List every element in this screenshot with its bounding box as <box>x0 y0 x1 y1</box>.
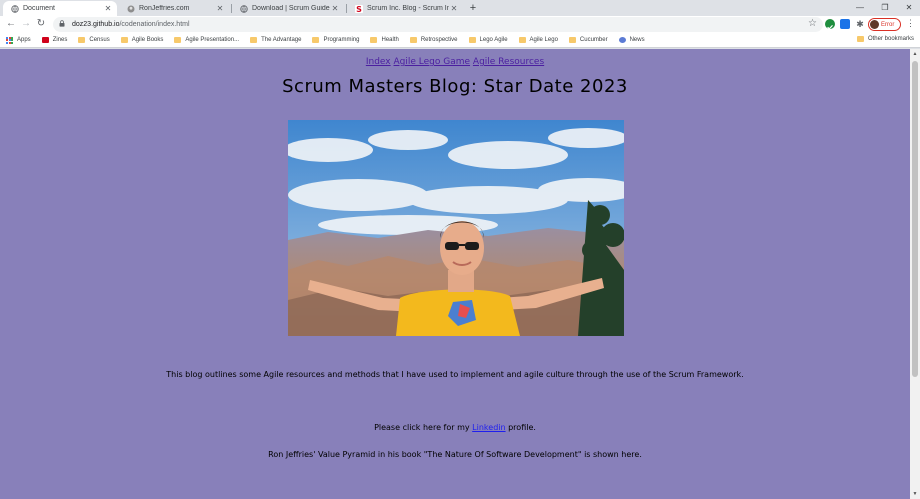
close-icon[interactable]: ✕ <box>215 4 225 13</box>
reload-icon[interactable]: ↻ <box>34 17 48 31</box>
bookmark-agile-lego[interactable]: Agile Lego <box>518 37 558 43</box>
bookmark-apps[interactable]: Apps <box>6 36 31 44</box>
url-host: doz23.github.io <box>72 21 120 28</box>
bookmark-label: Lego Agile <box>479 37 508 43</box>
bookmark-label: Agile Presentation... <box>185 37 240 43</box>
bookmark-label: Cucumber <box>579 37 608 43</box>
bookmark-census[interactable]: Census <box>78 37 110 43</box>
extension-check-icon[interactable] <box>825 19 835 30</box>
scrum-inc-favicon-icon: S <box>355 4 363 13</box>
puzzle-extensions-icon[interactable]: ✱ <box>855 19 865 29</box>
browser-toolbar: ← → ↻ doz23.github.io/codenation/index.h… <box>0 16 920 33</box>
tab-title: Download | Scrum Guides <box>252 5 330 12</box>
address-bar[interactable]: doz23.github.io/codenation/index.html ☆ <box>53 17 823 32</box>
scroll-down-icon[interactable]: ▼ <box>910 489 920 499</box>
linkedin-link[interactable]: Linkedin <box>472 423 505 432</box>
bookmark-agile-presentation[interactable]: Agile Presentation... <box>174 37 239 43</box>
bookmark-label: Agile Books <box>131 37 164 43</box>
bookmark-other[interactable]: Other bookmarks <box>856 36 914 42</box>
close-icon[interactable]: ✕ <box>449 4 459 13</box>
tab-title: Document <box>23 5 55 12</box>
avatar <box>870 20 879 29</box>
tab-strip: Document ✕ RonJeffries.com ✕ Download | … <box>0 0 920 16</box>
bookmark-lego-agile[interactable]: Lego Agile <box>468 37 508 43</box>
bookmark-programming[interactable]: Programming <box>312 37 359 43</box>
translate-extension-icon[interactable] <box>840 19 850 29</box>
bookmark-retrospective[interactable]: Retrospective <box>409 37 458 43</box>
ron-favicon-icon <box>127 5 135 13</box>
zines-favicon-icon <box>41 37 49 43</box>
bookmark-the-advantage[interactable]: The Advantage <box>250 37 301 43</box>
value-pyramid-paragraph: Ron Jeffries' Value Pyramid in his book … <box>268 450 642 459</box>
bookmark-label: Apps <box>17 37 31 43</box>
scroll-up-icon[interactable]: ▲ <box>910 49 920 59</box>
forward-icon[interactable]: → <box>19 17 33 31</box>
bookmark-agile-books[interactable]: Agile Books <box>120 37 164 43</box>
bookmark-label: Retrospective <box>420 37 458 43</box>
restore-icon[interactable]: ❐ <box>873 0 897 16</box>
apps-grid-icon <box>6 36 13 44</box>
folder-icon <box>174 37 182 43</box>
close-icon[interactable]: ✕ <box>330 4 340 13</box>
page-title: Scrum Masters Blog: Star Date 2023 <box>282 76 628 97</box>
globe-icon <box>240 4 248 13</box>
new-tab-button[interactable]: + <box>467 1 479 15</box>
close-icon[interactable]: ✕ <box>103 4 113 13</box>
hero-photo <box>288 120 624 336</box>
linkedin-trail-text: profile. <box>505 423 536 432</box>
bookmark-label: Health <box>381 37 399 43</box>
bookmark-label: Agile Lego <box>529 37 558 43</box>
profile-button[interactable]: Error <box>868 18 901 31</box>
bookmark-label: The Advantage <box>261 37 302 43</box>
vertical-scrollbar[interactable]: ▲ ▼ <box>910 49 920 499</box>
folder-icon <box>370 37 378 43</box>
nav-link-index[interactable]: Index <box>366 57 391 67</box>
bookmark-news[interactable]: News <box>618 37 645 43</box>
profile-status: Error <box>881 21 895 28</box>
folder-icon <box>120 37 128 43</box>
tab-scrum-inc-blog[interactable]: S Scrum Inc. Blog - Scrum Inc ✕ <box>347 1 463 16</box>
bookmark-label: Zines <box>52 37 68 43</box>
bookmark-star-icon[interactable]: ☆ <box>808 18 817 29</box>
news-favicon-icon <box>618 37 626 43</box>
back-icon[interactable]: ← <box>4 17 18 31</box>
folder-icon <box>568 37 576 43</box>
bookmark-zines[interactable]: Zines <box>41 37 68 43</box>
linkedin-lead-text: Please click here for my <box>374 423 473 432</box>
folder-icon <box>250 37 258 43</box>
folder-icon <box>312 37 320 43</box>
nav-link-agile-lego-game[interactable]: Agile Lego Game <box>394 57 471 67</box>
page-viewport: Index Agile Lego Game Agile Resources Sc… <box>0 49 910 499</box>
tab-ronjeffries[interactable]: RonJeffries.com ✕ <box>119 1 229 16</box>
folder-icon <box>468 37 476 43</box>
svg-text:S: S <box>356 5 362 13</box>
lock-icon <box>59 20 67 29</box>
nav-link-agile-resources[interactable]: Agile Resources <box>473 57 544 67</box>
bookmark-label: Other bookmarks <box>867 36 914 42</box>
minimize-icon[interactable]: — <box>848 0 872 16</box>
bookmark-label: News <box>629 37 645 43</box>
scroll-thumb[interactable] <box>912 61 918 377</box>
url-path: /codenation/index.html <box>119 21 190 28</box>
tab-title: RonJeffries.com <box>139 5 190 12</box>
folder-icon <box>856 36 864 42</box>
bookmark-health[interactable]: Health <box>370 37 399 43</box>
kebab-menu-icon[interactable]: ⋮ <box>906 18 915 29</box>
tab-document[interactable]: Document ✕ <box>3 1 117 16</box>
folder-icon <box>78 37 86 43</box>
globe-icon <box>11 4 19 13</box>
folder-icon <box>518 37 526 43</box>
linkedin-paragraph: Please click here for my Linkedin profil… <box>0 423 910 432</box>
tab-scrum-guides[interactable]: Download | Scrum Guides ✕ <box>232 1 344 16</box>
intro-paragraph: This blog outlines some Agile resources … <box>166 370 744 379</box>
top-nav: Index Agile Lego Game Agile Resources <box>0 57 910 67</box>
tab-title: Scrum Inc. Blog - Scrum Inc <box>367 5 449 12</box>
folder-icon <box>409 37 417 43</box>
bookmark-label: Programming <box>323 37 360 43</box>
close-window-icon[interactable]: ✕ <box>897 0 920 16</box>
bookmark-cucumber[interactable]: Cucumber <box>568 37 608 43</box>
bookmark-label: Census <box>89 37 110 43</box>
bookmarks-bar: Apps Zines Census Agile Books Agile Pres… <box>0 33 920 48</box>
